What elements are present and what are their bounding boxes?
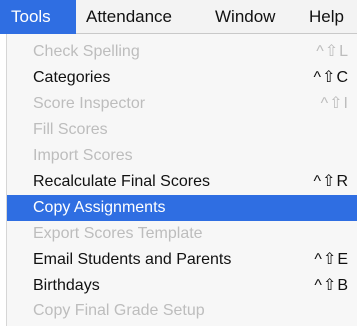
menu-item-label: Recalculate Final Scores (33, 173, 210, 190)
keyboard-shortcut: ^⇧B (314, 277, 349, 294)
menu-item-label: Export Scores Template (33, 225, 203, 242)
tools-dropdown-menu: Check Spelling ^⇧L Categories ^⇧C Score … (6, 34, 357, 326)
keyboard-shortcut: ^⇧C (313, 69, 349, 86)
menu-item-birthdays[interactable]: Birthdays ^⇧B (7, 273, 357, 299)
menu-item-label: Import Scores (33, 147, 133, 164)
menu-item-fill-scores[interactable]: Fill Scores (7, 117, 357, 143)
menu-item-categories[interactable]: Categories ^⇧C (7, 65, 357, 91)
keyboard-shortcut: ^⇧L (316, 43, 349, 60)
menu-item-label: Copy Final Grade Setup (33, 302, 205, 319)
menu-item-import-scores[interactable]: Import Scores (7, 143, 357, 169)
app-screen: Tools Attendance Window Help Check Spell… (0, 0, 357, 326)
menu-item-recalculate-final-scores[interactable]: Recalculate Final Scores ^⇧R (7, 169, 357, 195)
menu-item-label: Copy Assignments (33, 199, 166, 216)
menu-item-email-students-and-parents[interactable]: Email Students and Parents ^⇧E (7, 247, 357, 273)
menu-item-label: Check Spelling (33, 43, 140, 60)
menu-item-label: Birthdays (33, 277, 100, 294)
menu-item-copy-final-grade-setup[interactable]: Copy Final Grade Setup (7, 298, 357, 324)
menu-item-export-scores-template[interactable]: Export Scores Template (7, 221, 357, 247)
keyboard-shortcut: ^⇧I (320, 95, 349, 112)
menu-bar: Tools Attendance Window Help (0, 0, 357, 34)
menu-item-label: Score Inspector (33, 95, 146, 112)
menu-help[interactable]: Help (309, 0, 344, 34)
menu-item-label: Fill Scores (33, 121, 108, 138)
menu-tools[interactable]: Tools (0, 0, 76, 34)
menu-item-label: Email Students and Parents (33, 251, 232, 268)
keyboard-shortcut: ^⇧E (314, 251, 349, 268)
menu-item-check-spelling[interactable]: Check Spelling ^⇧L (7, 39, 357, 65)
menu-window[interactable]: Window (215, 0, 275, 34)
menu-item-label: Categories (33, 69, 111, 86)
menu-item-copy-assignments[interactable]: Copy Assignments (7, 195, 357, 221)
menu-attendance[interactable]: Attendance (86, 0, 172, 34)
menu-item-score-inspector[interactable]: Score Inspector ^⇧I (7, 91, 357, 117)
keyboard-shortcut: ^⇧R (313, 173, 349, 190)
